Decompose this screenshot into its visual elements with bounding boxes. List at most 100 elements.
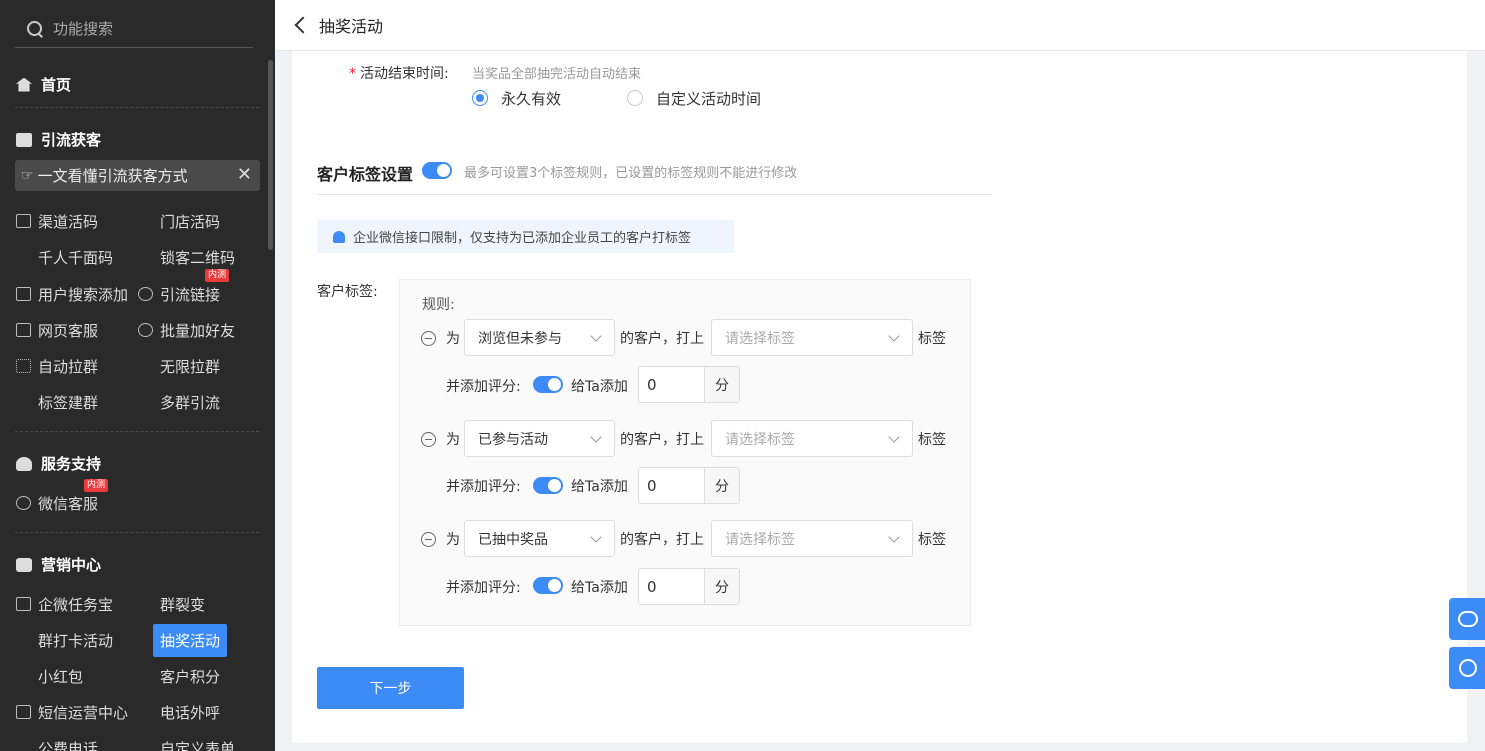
sidebar-item-label: 引流链接 [160,285,221,304]
chevron-down-icon [590,531,602,543]
promo-text: 一文看懂引流获客方式 [37,167,188,185]
nav-home[interactable]: 首页 [16,74,71,95]
sidebar-item-phone-outbound[interactable]: 电话外呼 [160,697,220,727]
sidebar-item-label: 门店活码 [160,212,221,231]
promo-banner[interactable]: ☞ 一文看懂引流获客方式 ✕ [15,160,260,191]
radio-forever-label[interactable]: 永久有效 [501,88,561,109]
sidebar-item-auto-group[interactable]: 自动拉群 [16,351,98,381]
score-toggle[interactable] [533,376,563,393]
sidebar-item-group-checkin[interactable]: 群打卡活动 [38,625,113,655]
section-service[interactable]: 服务支持 [16,453,101,474]
floating-support-button[interactable] [1449,647,1485,689]
rule-condition-select[interactable]: 浏览但未参与 [464,319,615,356]
score-input[interactable]: 0分 [638,467,740,504]
back-arrow-icon[interactable] [294,16,312,34]
sidebar-item-unlimited-group[interactable]: 无限拉群 [160,351,220,381]
floating-chat-button[interactable] [1449,598,1485,640]
section-traffic[interactable]: 引流获客 [16,129,101,150]
sidebar-item-user-search-add[interactable]: 用户搜索添加 [16,279,128,309]
end-time-label-text: 活动结束时间: [360,66,449,82]
sidebar-item-lock-qr[interactable]: 锁客二维码 [160,242,235,272]
radio-custom-time-label[interactable]: 自定义活动时间 [656,88,761,109]
headset-icon [16,496,31,510]
tag-select-placeholder: 请选择标签 [725,431,795,448]
score-toggle[interactable] [533,477,563,494]
tag-suffix: 标签 [918,331,946,347]
score-value[interactable]: 0 [639,569,705,604]
sidebar-item-sms-center[interactable]: 短信运营中心 [16,697,128,727]
sidebar-item-label: 多群引流 [160,393,221,412]
radio-forever[interactable] [472,90,488,106]
remove-rule-icon[interactable] [421,331,436,346]
sidebar-item-lottery[interactable]: 抽奖活动 [153,624,228,657]
sidebar-item-label: 短信运营中心 [38,703,129,722]
radio-custom-time[interactable] [627,90,643,106]
divider [15,532,259,533]
rule-customer-text: 的客户，打上 [620,331,704,347]
sidebar-item-group-fission[interactable]: 群裂变 [160,589,205,619]
sidebar-item-label: 抽奖活动 [160,632,221,650]
section-marketing-label: 营销中心 [41,556,102,574]
sidebar-item-label: 电话外呼 [160,703,221,722]
rule-condition-select[interactable]: 已抽中奖品 [464,520,615,557]
tag-suffix: 标签 [918,432,946,448]
tag-section-title: 客户标签设置 [317,165,414,184]
score-value[interactable]: 0 [639,468,705,503]
sidebar-item-task-treasure[interactable]: 企微任务宝 [16,589,113,619]
sidebar-item-wechat-service[interactable]: 微信客服 [16,488,98,518]
tag-section-toggle[interactable] [422,162,452,179]
chat-bubble-icon [1458,611,1478,627]
top-bar: 抽奖活动 [275,0,1485,51]
network-icon [16,359,31,373]
search-input[interactable]: 功能搜索 [15,10,253,48]
sidebar-item-label: 网页客服 [38,321,99,340]
notice-text: 企业微信接口限制，仅支持为已添加企业员工的客户打标签 [353,231,692,246]
score-toggle[interactable] [533,577,563,594]
sidebar-scrollbar[interactable] [268,60,273,250]
score-label: 并添加评分: [446,379,521,395]
sidebar-item-label: 群打卡活动 [38,631,114,650]
tag-select[interactable]: 请选择标签 [711,319,913,356]
tag-select[interactable]: 请选择标签 [711,520,913,557]
rule-condition-select[interactable]: 已参与活动 [464,420,615,457]
sidebar-item-label: 微信客服 [38,494,99,513]
sidebar-item-label: 批量加好友 [160,321,236,340]
score-label: 并添加评分: [446,479,521,495]
page-title: 抽奖活动 [319,17,384,36]
score-input[interactable]: 0分 [638,568,740,605]
tag-suffix: 标签 [918,532,946,548]
end-time-hint: 当奖品全部抽完活动自动结束 [472,67,642,82]
sidebar-item-red-packet[interactable]: 小红包 [38,661,83,691]
sidebar-item-custom-form[interactable]: 自定义表单 [160,733,235,751]
sidebar-item-label: 无限拉群 [160,357,221,376]
customer-tag-label: 客户标签: [317,284,378,300]
sidebar-item-store-code[interactable]: 门店活码 [160,206,220,236]
sidebar-item-web-service[interactable]: 网页客服 [16,315,98,345]
search-icon [25,19,45,39]
bell-icon [333,230,345,243]
score-input[interactable]: 0分 [638,366,740,403]
sidebar-item-public-phone[interactable]: 公费电话 [38,733,98,751]
section-marketing[interactable]: 营销中心 [16,554,101,575]
rule-for-text: 为 [446,532,460,548]
end-time-label: * 活动结束时间: [349,63,449,83]
sidebar-item-channel-code[interactable]: 渠道活码 [16,206,98,236]
remove-rule-icon[interactable] [421,432,436,447]
headset-icon [1459,659,1477,677]
divider [15,107,259,108]
sidebar-item-batch-add-friends[interactable]: 批量加好友 [138,315,235,345]
sidebar-item-label: 公费电话 [38,739,99,751]
close-icon[interactable]: ✕ [237,164,252,185]
next-step-button[interactable]: 下一步 [317,667,464,709]
monitor-icon [16,132,32,147]
browser-icon [16,323,31,337]
sidebar-item-traffic-link[interactable]: 引流链接 [138,279,220,309]
divider [15,431,259,432]
score-value[interactable]: 0 [639,367,705,402]
sidebar-item-personal-code[interactable]: 千人千面码 [38,242,113,272]
remove-rule-icon[interactable] [421,532,436,547]
sidebar-item-multi-group[interactable]: 多群引流 [160,387,220,417]
sidebar-item-customer-points[interactable]: 客户积分 [160,661,220,691]
tag-select[interactable]: 请选择标签 [711,420,913,457]
sidebar-item-tag-group[interactable]: 标签建群 [38,387,98,417]
